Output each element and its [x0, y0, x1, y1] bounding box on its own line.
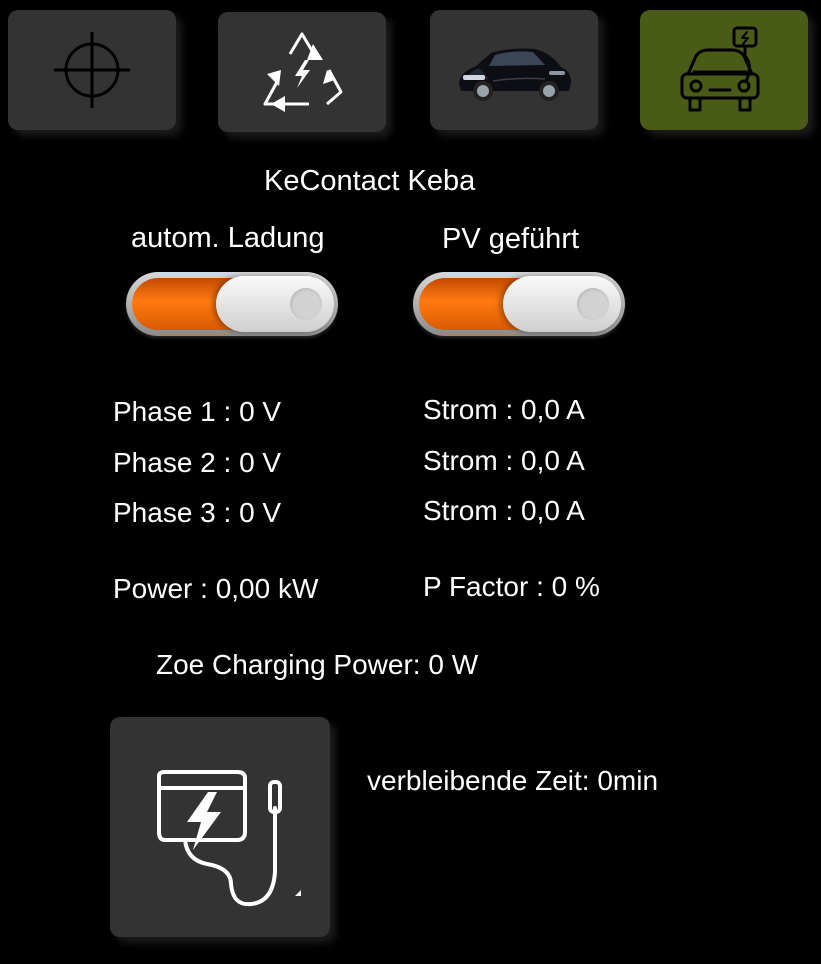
recycle-energy-icon	[263, 32, 343, 112]
total-power: Power : 0,00 kW	[113, 573, 319, 604]
phase-1-voltage: Phase 1 : 0 V	[113, 396, 282, 427]
car-charger-icon	[680, 26, 760, 112]
phase-3-current: Strom : 0,0 A	[423, 495, 585, 526]
pv-mode-label: PV geführt	[442, 223, 580, 255]
auto-charge-toggle[interactable]	[126, 272, 338, 336]
toggle-knob	[216, 276, 334, 332]
phase-3-voltage: Phase 3 : 0 V	[113, 497, 282, 528]
phase-1-current: Strom : 0,0 A	[423, 394, 585, 425]
wallbox-dashboard: KeContact Keba autom. Ladung PV geführt …	[0, 0, 821, 964]
zoe-charging-power: Zoe Charging Power: 0 W	[156, 649, 479, 680]
tab-car[interactable]	[430, 10, 598, 130]
car-photo	[459, 48, 571, 101]
pv-mode-toggle[interactable]	[413, 272, 625, 336]
toggle-knob	[503, 276, 621, 332]
tab-energy[interactable]	[218, 12, 386, 132]
tab-target[interactable]	[8, 10, 176, 130]
charging-plug-icon	[157, 770, 301, 907]
device-title: KeContact Keba	[264, 165, 476, 197]
crosshair-icon	[54, 32, 130, 108]
auto-charge-label: autom. Ladung	[131, 222, 325, 254]
remaining-time: verbleibende Zeit: 0min	[367, 765, 659, 796]
power-factor: P Factor : 0 %	[423, 571, 600, 602]
start-charge-button[interactable]	[110, 717, 330, 937]
phase-2-voltage: Phase 2 : 0 V	[113, 447, 282, 478]
tab-wallbox[interactable]	[640, 10, 808, 130]
phase-2-current: Strom : 0,0 A	[423, 445, 585, 476]
